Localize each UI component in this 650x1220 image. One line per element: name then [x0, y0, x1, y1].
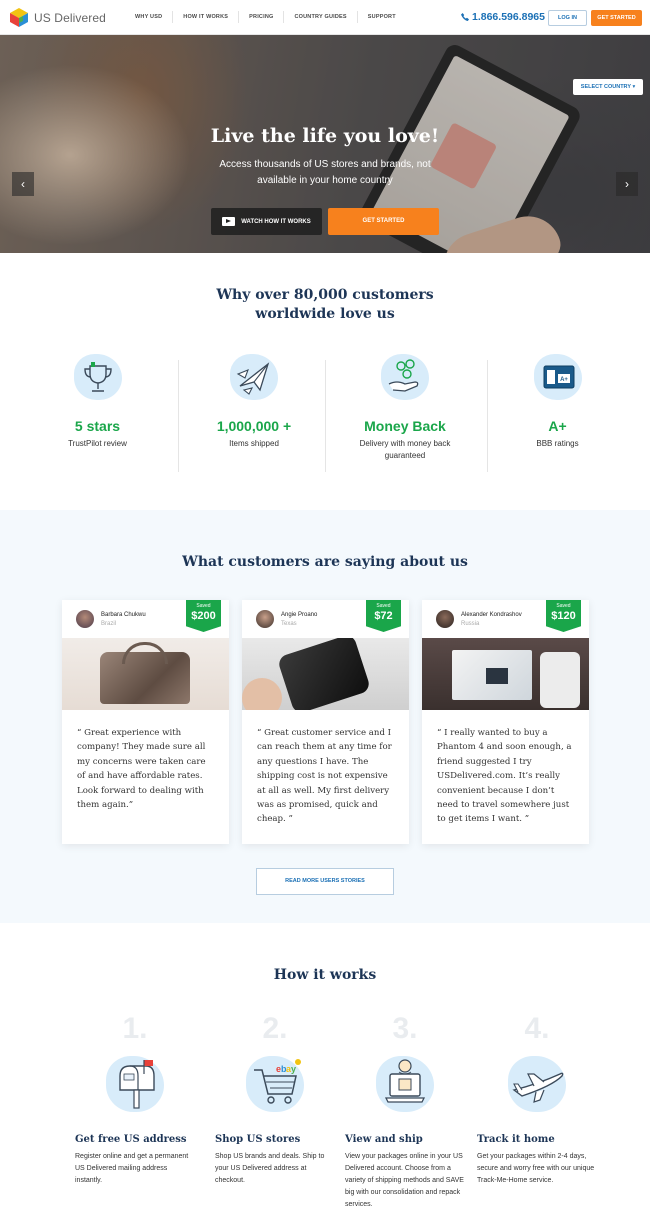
testimonial-quote: “ I really wanted to buy a Phantom 4 and…	[437, 728, 572, 825]
stat-stars: 5 stars TrustPilot review	[45, 350, 150, 450]
logo-text: US Delivered	[34, 10, 106, 25]
money-hand-icon	[388, 359, 419, 392]
nav-support[interactable]: SUPPORT	[358, 11, 406, 23]
phone-icon	[461, 13, 469, 21]
logo[interactable]: US Delivered	[10, 8, 106, 27]
phone-number: 1.866.596.8965	[472, 11, 545, 23]
avatar	[436, 610, 454, 628]
stat-bbb: A+ A+ BBB ratings	[510, 350, 605, 450]
customer-location: Brazil	[101, 621, 117, 627]
shopping-cart-icon: e b a y	[254, 1059, 301, 1104]
paper-planes-icon	[236, 362, 270, 395]
step-number: 3.	[392, 1012, 418, 1045]
login-button[interactable]: LOG IN	[548, 10, 587, 26]
customer-name: Barbara Chukwu	[101, 612, 146, 618]
stat-caption: BBB ratings	[536, 439, 579, 448]
play-icon	[222, 217, 236, 226]
svg-text:A+: A+	[560, 377, 568, 383]
caret-down-icon: ▾	[632, 84, 636, 90]
hero-subtitle: Access thousands of US stores and brands…	[219, 159, 431, 186]
testimonials-title: What customers are saying about us	[182, 554, 468, 570]
step-1: 1. Get free US address Register online a…	[75, 1012, 195, 1187]
customer-location: Russia	[461, 621, 480, 627]
stat-value: A+	[548, 418, 567, 434]
stat-caption: TrustPilot review	[68, 439, 127, 448]
step-description: Register online and get a permanent US D…	[75, 1153, 189, 1184]
step-title: Track it home	[477, 1134, 555, 1145]
step-title: View and ship	[345, 1134, 423, 1145]
step-number: 4.	[524, 1012, 550, 1045]
step-description: Shop US brands and deals. Ship to your U…	[215, 1153, 325, 1184]
phone-image	[242, 638, 409, 710]
step-number: 2.	[262, 1012, 288, 1045]
mailbox-icon	[119, 1060, 155, 1109]
step-4: 4. Track it home Get your packages withi…	[477, 1012, 597, 1187]
saved-badge: Saved $200	[186, 600, 221, 632]
avatar	[76, 610, 94, 628]
saved-amount: $72	[374, 610, 393, 622]
phone-link[interactable]: 1.866.596.8965	[461, 11, 545, 23]
divider	[487, 360, 488, 472]
step-description: Get your packages within 2-4 days, secur…	[477, 1153, 595, 1184]
stat-value: 5 stars	[74, 418, 121, 434]
stat-caption: Items shipped	[229, 439, 279, 448]
nav-pricing[interactable]: PRICING	[239, 11, 285, 23]
why-title: Why over 80,000 customers worldwide love…	[216, 287, 434, 322]
stat-value: 1,000,000 +	[216, 418, 292, 434]
cube-logo-icon	[10, 8, 28, 27]
testimonial-card: Angie Proano Texas Saved $72 “ Great cus…	[242, 600, 409, 844]
saved-badge: Saved $120	[546, 600, 581, 632]
stat-value: Money Back	[364, 418, 446, 434]
bbb-icon: A+	[543, 365, 574, 389]
divider	[178, 360, 179, 472]
carousel-next-arrow-icon[interactable]: ›	[616, 172, 638, 196]
drone-box-image	[422, 638, 589, 710]
stat-caption: Delivery with money back guaranteed	[359, 439, 451, 460]
laptop-package-icon	[384, 1059, 426, 1103]
hero-title: Live the life you love!	[210, 125, 440, 147]
step-2: 2. e b a y Shop US stores Shop US brands…	[215, 1012, 335, 1187]
hero-get-started-button[interactable]: GET STARTED	[328, 208, 439, 235]
saved-amount: $120	[551, 610, 576, 622]
hero-carousel: SELECT COUNTRY ▾ Live the life you love!…	[0, 35, 650, 253]
step-title: Get free US address	[75, 1134, 187, 1145]
airplane-icon	[512, 1072, 564, 1103]
testimonial-quote: “ Great experience with company! They ma…	[77, 728, 206, 811]
nav-how-it-works[interactable]: HOW IT WORKS	[173, 11, 240, 23]
stat-money-back: Money Back Delivery with money back guar…	[350, 350, 460, 462]
watch-video-button[interactable]: WATCH HOW IT WORKS	[211, 208, 322, 235]
header-get-started-button[interactable]: GET STARTED	[591, 10, 642, 26]
how-it-works-title: How it works	[273, 967, 377, 983]
read-more-stories-button[interactable]: READ MORE USERS STORIES	[256, 868, 394, 895]
saved-badge: Saved $72	[366, 600, 401, 632]
saved-amount: $200	[191, 610, 216, 622]
stat-items: 1,000,000 + Items shipped	[200, 350, 308, 450]
nav-why-usd[interactable]: WHY USD	[125, 11, 174, 23]
customer-location: Texas	[281, 621, 297, 627]
customer-name: Alexander Kondrashov	[461, 612, 522, 618]
nav-country-guides[interactable]: COUNTRY GUIDES	[284, 11, 358, 23]
divider	[325, 360, 326, 472]
testimonial-card: Barbara Chukwu Brazil Saved $200 “ Great…	[62, 600, 229, 844]
avatar	[256, 610, 274, 628]
select-country-dropdown[interactable]: SELECT COUNTRY ▾	[573, 79, 643, 95]
step-3: 3. View and ship View your packages onli…	[345, 1012, 465, 1211]
step-title: Shop US stores	[215, 1134, 301, 1145]
testimonial-card: Alexander Kondrashov Russia Saved $120 “…	[422, 600, 589, 844]
step-number: 1.	[122, 1012, 148, 1045]
customer-name: Angie Proano	[281, 612, 318, 618]
trophy-icon	[83, 362, 112, 392]
site-header: US Delivered WHY USD HOW IT WORKS PRICIN…	[0, 0, 650, 35]
svg-text:y: y	[291, 1064, 296, 1074]
carousel-prev-arrow-icon[interactable]: ‹	[12, 172, 34, 196]
main-nav: WHY USD HOW IT WORKS PRICING COUNTRY GUI…	[125, 11, 406, 23]
testimonial-quote: “ Great customer service and I can reach…	[257, 728, 392, 825]
step-description: View your packages online in your US Del…	[345, 1153, 464, 1208]
handbag-image	[62, 638, 229, 710]
